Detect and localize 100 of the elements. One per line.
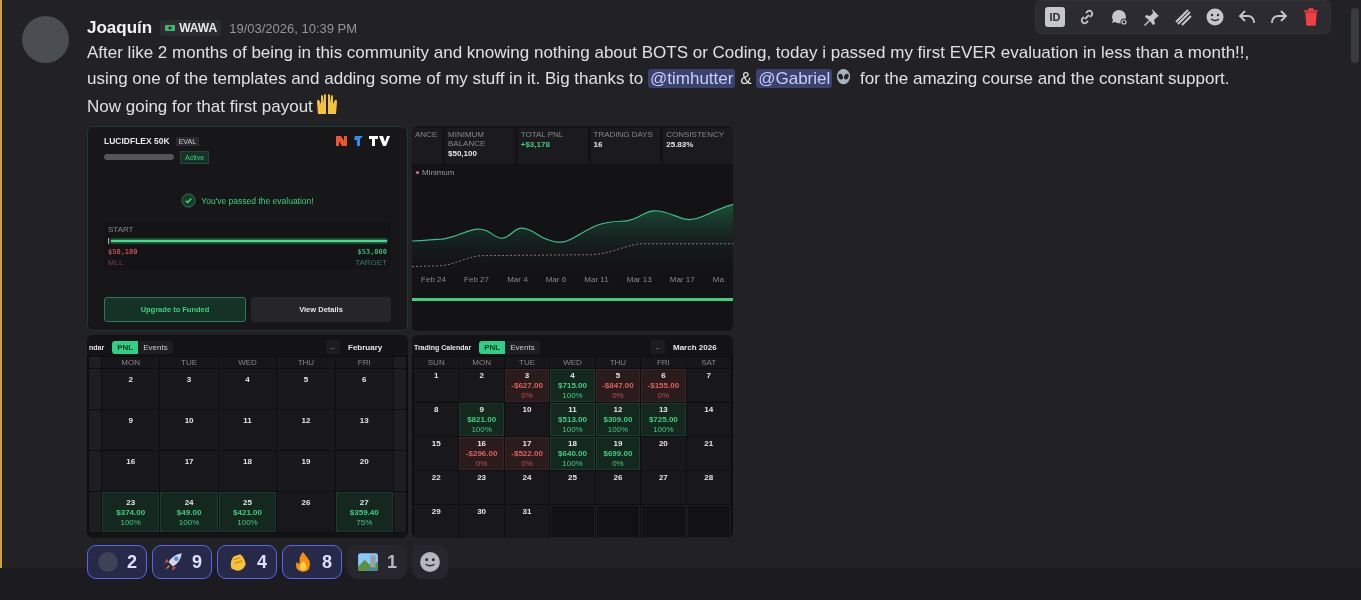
stat-label: TOTAL PNL xyxy=(520,130,565,139)
day-number: 9 xyxy=(128,416,133,426)
stat-label: ANCE xyxy=(415,130,439,139)
day-percent: 100% xyxy=(178,518,200,527)
stat-value: 16 xyxy=(593,140,604,149)
day-percent: 100% xyxy=(562,459,583,468)
weekday-header: THU xyxy=(595,357,641,368)
day-number: 20 xyxy=(658,439,668,449)
day-pnl: -$296.00 xyxy=(465,449,498,459)
emoji-icon xyxy=(1205,7,1225,27)
day-number: 23 xyxy=(126,498,136,508)
stat-label: TRADING DAYS xyxy=(593,130,654,139)
day-pnl: $374.00 xyxy=(116,508,146,518)
day-percent: 0% xyxy=(612,459,624,468)
day-number: 29 xyxy=(431,507,441,517)
day-percent: 100% xyxy=(562,391,583,400)
username[interactable]: Joaquín xyxy=(87,18,153,38)
day-number: 22 xyxy=(431,473,441,483)
day-number: 6 xyxy=(362,375,367,385)
month-label: February xyxy=(348,342,384,352)
reaction-button[interactable]: 2 xyxy=(87,545,147,579)
day-number: 24 xyxy=(184,498,194,508)
reaction-button[interactable]: 4 xyxy=(217,545,278,579)
day-number: 19 xyxy=(301,457,311,467)
toggle-tab[interactable]: Events xyxy=(138,340,173,354)
day-number: 26 xyxy=(613,473,623,483)
day-number: 19 xyxy=(613,439,623,449)
day-number: 28 xyxy=(704,473,714,483)
reaction-count: 2 xyxy=(127,551,137,573)
day-number: 1 xyxy=(434,371,439,381)
day-number: 4 xyxy=(245,375,250,385)
day-percent: 100% xyxy=(120,518,141,527)
axis-label: Feb 27 xyxy=(464,275,489,284)
raised-hands-emoji-icon xyxy=(314,92,339,116)
prev-month-button[interactable]: ← xyxy=(326,340,340,354)
reaction-button[interactable]: 9 xyxy=(152,545,213,579)
day-number: 3 xyxy=(186,375,192,385)
prev-month-button[interactable]: ← xyxy=(651,340,665,354)
day-number: 11 xyxy=(243,416,252,426)
reaction-count: 4 xyxy=(257,551,268,573)
reaction-count: 8 xyxy=(322,551,333,573)
day-number: 5 xyxy=(615,371,621,381)
day-pnl: $513.00 xyxy=(558,415,587,425)
day-number: 9 xyxy=(479,405,484,415)
day-pnl: $359.40 xyxy=(349,508,379,518)
reaction-count: 1 xyxy=(387,551,398,573)
day-number: 10 xyxy=(522,405,532,415)
weekday-header: SUN xyxy=(414,357,459,368)
day-number: 4 xyxy=(570,371,575,381)
toggle-tab[interactable]: PNL xyxy=(479,340,506,354)
toggle-tab[interactable]: PNL xyxy=(112,340,139,354)
money-icon xyxy=(164,22,177,34)
day-number: 12 xyxy=(301,416,311,426)
add-reaction-button[interactable] xyxy=(412,545,449,579)
reaction-count: 9 xyxy=(192,551,203,573)
day-percent: 0% xyxy=(475,459,488,468)
day-pnl: $421.00 xyxy=(233,508,262,518)
stat-value: +$3,178 xyxy=(520,140,551,149)
day-number: 24 xyxy=(522,473,532,483)
day-percent: 0% xyxy=(612,391,624,400)
day-number: 31 xyxy=(522,507,532,517)
axis-label: Mar 4 xyxy=(507,275,528,284)
account-title: LUCIDFLEX 50K xyxy=(104,136,170,146)
day-percent: 0% xyxy=(657,391,670,400)
toggle-tab[interactable]: Events xyxy=(505,340,540,354)
day-number: 14 xyxy=(704,405,714,415)
stat-value: $50,100 xyxy=(448,149,478,158)
day-number: 25 xyxy=(568,473,577,483)
axis-label: Mar 11 xyxy=(584,275,609,284)
id-button[interactable]: ID xyxy=(1045,7,1065,27)
reaction-button[interactable]: 1 xyxy=(347,545,408,579)
mention-link[interactable]: @Gabriel xyxy=(756,69,833,88)
high-label: TARGET xyxy=(355,258,387,267)
day-percent: 100% xyxy=(607,425,629,434)
axis-label: Mar 17 xyxy=(669,275,695,284)
weekday-header: MON xyxy=(102,357,160,368)
day-number: 26 xyxy=(301,498,311,508)
day-percent: 0% xyxy=(521,459,533,468)
mention-link[interactable]: @timhutter xyxy=(648,69,736,88)
server-tag[interactable]: WAWA xyxy=(160,20,222,36)
speech-bubble-icon xyxy=(1109,7,1129,27)
weekday-header: WED xyxy=(218,357,277,368)
weekday-header: SAT xyxy=(686,357,731,368)
day-pnl: $699.00 xyxy=(603,449,633,459)
day-percent: 100% xyxy=(237,518,258,527)
day-percent: 100% xyxy=(562,425,583,434)
day-number: 3 xyxy=(524,371,530,381)
day-number: 7 xyxy=(706,371,711,381)
stat-value: 25.83% xyxy=(666,140,695,149)
day-pnl: -$627.00 xyxy=(511,381,543,391)
day-number: 27 xyxy=(359,498,369,508)
day-number: 13 xyxy=(658,405,668,415)
day-pnl: $49.00 xyxy=(176,508,202,518)
day-pnl: -$522.00 xyxy=(511,449,543,459)
day-pnl: $725.00 xyxy=(648,415,678,425)
axis-label: Mar 13 xyxy=(626,275,652,284)
message-text: After like 2 months of being in this community and knowing nothing about BOTS or Coding, today i passed my first EVER evaluation in less than a month!!, using one of the templates and adding some of my stuff in it. Big thanks to @timhutter & @Gabriel for the amazing course and the constant support. Now going for that first payout xyxy=(87,42,1251,118)
reaction-button[interactable]: 8 xyxy=(282,545,343,579)
passed-message: You've passed the evaluation! xyxy=(201,195,314,206)
day-percent: 100% xyxy=(471,425,492,434)
